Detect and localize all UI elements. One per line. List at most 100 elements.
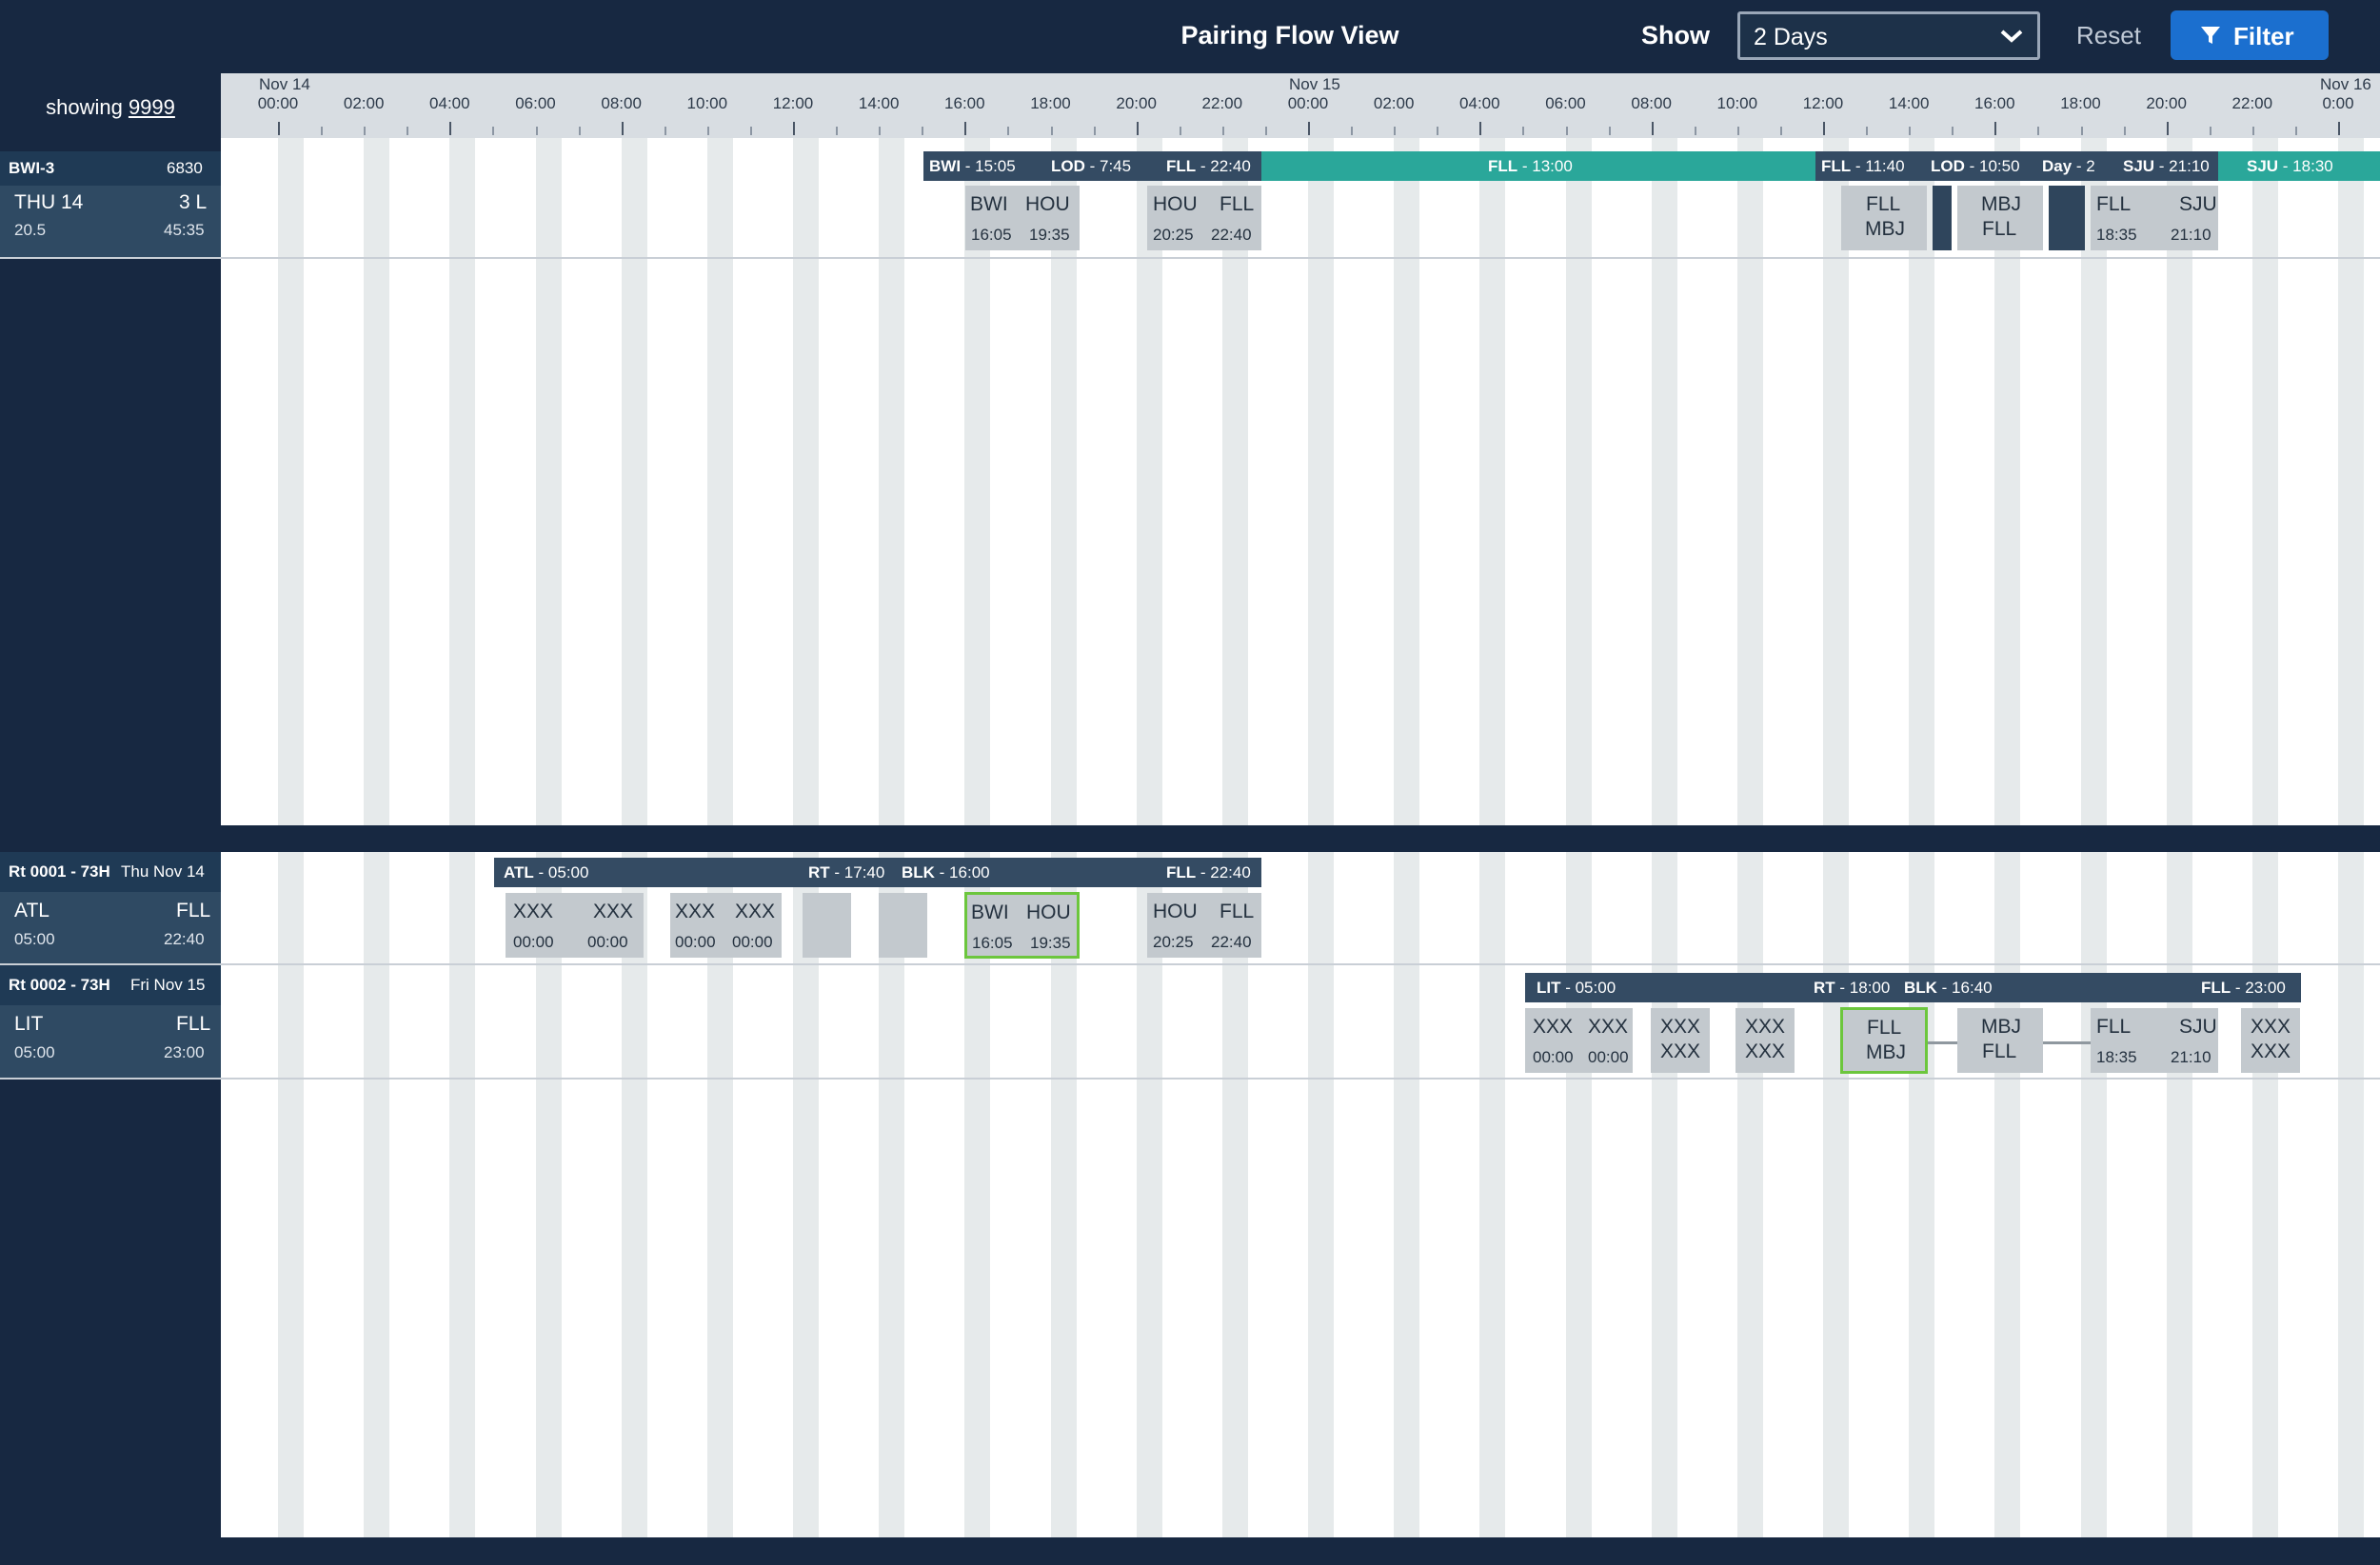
route-id: Rt 0001 - 73H <box>9 862 110 881</box>
hour-stripe <box>364 852 390 1537</box>
time-tick <box>793 122 795 135</box>
route-date: Thu Nov 14 <box>121 862 205 881</box>
hour-stripe <box>793 138 820 825</box>
duty-bar[interactable]: FLL - 11:40 LOD - 10:50 Day - 2 SJU - 21… <box>1815 151 2218 181</box>
hour-stripe <box>621 138 647 825</box>
tick-label: 08:00 <box>1631 94 1672 112</box>
flight-block-empty[interactable] <box>803 893 851 958</box>
time-tick <box>879 127 882 135</box>
time-tick <box>1522 127 1525 135</box>
show-label: Show <box>1641 21 1710 50</box>
flight-block[interactable]: BWI HOU 16:05 19:35 <box>965 186 1080 250</box>
flight-block[interactable]: FLL MBJ <box>1841 186 1927 250</box>
filter-button[interactable]: Filter <box>2171 10 2329 60</box>
pairing-number: 6830 <box>167 159 203 177</box>
tick-label: 14:00 <box>1888 94 1930 112</box>
duty-bar[interactable]: LIT - 05:00 RT - 18:00 BLK - 16:40 FLL -… <box>1525 973 2301 1002</box>
route-destination: FLL <box>176 1013 211 1035</box>
hour-stripe <box>2338 852 2365 1537</box>
tick-label: 04:00 <box>1459 94 1500 112</box>
row-divider <box>221 257 2380 259</box>
flight-block[interactable]: XXX XXX 00:00 00:00 <box>670 893 782 958</box>
time-tick <box>1952 127 1954 135</box>
route-origin: LIT <box>14 1013 44 1035</box>
duty-bar[interactable]: ATL - 05:00 RT - 17:40 BLK - 16:00 FLL -… <box>494 858 1261 887</box>
flight-block[interactable]: XXX XXX 00:00 00:00 <box>506 893 644 958</box>
flight-block[interactable]: MBJ FLL <box>1957 1008 2043 1073</box>
route-start: 05:00 <box>14 1043 55 1061</box>
route-end: 22:40 <box>164 930 205 948</box>
pairing-legs: 3 L <box>179 191 208 213</box>
hour-stripe <box>706 138 733 825</box>
time-tick <box>2294 127 2297 135</box>
flight-block-empty[interactable] <box>879 893 927 958</box>
hour-stripe <box>1994 852 2021 1537</box>
time-tick <box>1779 127 1782 135</box>
flight-block-selected[interactable]: FLL MBJ <box>1840 1007 1928 1074</box>
flight-block[interactable]: XXX XXX <box>2241 1008 2300 1073</box>
time-tick <box>1394 127 1397 135</box>
hour-stripe <box>449 138 476 825</box>
date-label: Nov 14 <box>259 75 310 93</box>
show-range-select[interactable]: 2 Days <box>1737 11 2040 60</box>
time-tick <box>1007 127 1010 135</box>
flight-block[interactable]: HOU FLL 20:25 22:40 <box>1147 893 1261 958</box>
flight-block[interactable]: FLL SJU 18:35 21:10 <box>2091 186 2218 250</box>
hour-stripe <box>2080 852 2107 1537</box>
layover-bar[interactable]: FLL - 13:00 <box>1261 151 1815 181</box>
showing-count: showing 9999 <box>0 95 221 120</box>
time-tick <box>2209 127 2211 135</box>
pairing-credit: 20.5 <box>14 221 47 239</box>
hour-stripe <box>2251 852 2278 1537</box>
flight-block[interactable]: HOU FLL 20:25 22:40 <box>1147 186 1261 250</box>
tick-label: 02:00 <box>343 94 385 112</box>
flight-block-selected[interactable]: BWI HOU 16:05 19:35 <box>964 892 1080 959</box>
time-tick <box>1221 127 1224 135</box>
time-tick <box>964 122 967 135</box>
showing-count-link[interactable]: 9999 <box>129 95 175 119</box>
hour-stripe <box>1565 852 1592 1537</box>
time-tick <box>1823 122 1825 135</box>
time-tick <box>578 127 581 135</box>
duty-bar[interactable]: BWI - 15:05 LOD - 7:45 FLL - 22:40 <box>923 151 1261 181</box>
hour-stripe <box>449 852 476 1537</box>
tick-label: 02:00 <box>1373 94 1415 112</box>
tick-label: 18:00 <box>2060 94 2101 112</box>
reset-button[interactable]: Reset <box>2061 21 2156 50</box>
flight-block[interactable]: FLL SJU 18:35 21:10 <box>2091 1008 2218 1073</box>
time-tick <box>749 127 752 135</box>
tick-label: 10:00 <box>686 94 728 112</box>
tick-label: 20:00 <box>1116 94 1157 112</box>
route-summary[interactable]: LIT FLL 05:00 23:00 <box>0 1005 221 1078</box>
flight-block[interactable]: XXX XXX <box>1651 1008 1710 1073</box>
tick-label: 00:00 <box>257 94 299 112</box>
tick-label: 16:00 <box>944 94 985 112</box>
hour-stripe <box>364 138 390 825</box>
time-tick <box>621 122 624 135</box>
date-label: Nov 16 <box>2320 75 2371 93</box>
pairing-summary[interactable]: THU 14 3 L 20.5 45:35 <box>0 186 221 257</box>
time-tick <box>2338 122 2340 135</box>
route-summary[interactable]: ATL FLL 05:00 22:40 <box>0 892 221 963</box>
route-header[interactable]: Rt 0001 - 73H Thu Nov 14 <box>0 852 221 892</box>
route-header[interactable]: Rt 0002 - 73H Fri Nov 15 <box>0 965 221 1005</box>
flight-block[interactable]: XXX XXX <box>1735 1008 1795 1073</box>
row-divider <box>221 1078 2380 1080</box>
time-tick <box>535 127 538 135</box>
layover-bar[interactable]: SJU - 18:30 <box>2218 151 2380 181</box>
connection-line <box>2043 1041 2091 1044</box>
hour-stripe <box>1308 852 1335 1537</box>
hour-stripe <box>1394 138 1420 825</box>
flight-block[interactable]: MBJ FLL <box>1957 186 2043 250</box>
route-origin: ATL <box>14 900 50 921</box>
show-range-value: 2 Days <box>1754 24 1828 50</box>
time-tick <box>1179 127 1181 135</box>
flight-block[interactable]: XXX XXX 00:00 00:00 <box>1525 1008 1633 1073</box>
time-tick <box>1994 122 1997 135</box>
route-destination: FLL <box>176 900 211 921</box>
pairing-header[interactable]: BWI-3 6830 <box>0 151 221 186</box>
tick-label: 22:00 <box>2231 94 2273 112</box>
tick-label: 18:00 <box>1030 94 1071 112</box>
row-divider <box>221 963 2380 965</box>
tick-label: 0:00 <box>2322 94 2354 112</box>
